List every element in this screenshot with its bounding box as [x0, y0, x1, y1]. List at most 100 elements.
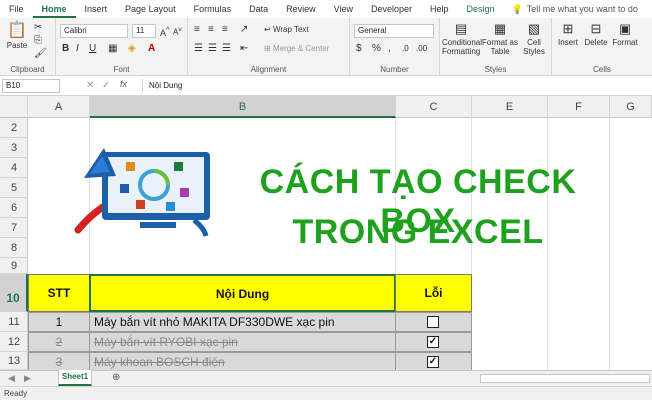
name-box[interactable]: B10	[2, 79, 60, 93]
merge-icon: ⊞	[264, 44, 271, 53]
merge-center-button[interactable]: ⊞ Merge & Center	[264, 44, 329, 53]
worksheet-grid[interactable]: CÁCH TẠO CHECK BOX TRONG EXCEL STT Nội D…	[28, 118, 652, 370]
column-header-g[interactable]: G	[610, 96, 652, 118]
bold-icon[interactable]: B	[62, 43, 69, 55]
tab-file[interactable]: File	[0, 0, 33, 18]
currency-icon[interactable]: $	[356, 43, 362, 55]
increase-font-icon[interactable]: A^	[160, 24, 170, 39]
clipboard-label: Clipboard	[10, 65, 45, 74]
row-header-selected[interactable]: 10	[0, 274, 28, 312]
enter-icon[interactable]: ✓	[102, 80, 110, 92]
row-header[interactable]: 2	[0, 118, 28, 138]
tell-me-box[interactable]: 💡 Tell me what you want to do	[512, 4, 638, 15]
fill-color-icon[interactable]: ◈	[128, 43, 136, 55]
format-cells-button[interactable]: ▣ Format	[610, 20, 640, 47]
cut-icon[interactable]: ✂	[34, 22, 42, 34]
formula-input[interactable]: Nội Dung	[142, 79, 650, 93]
checkbox-checked[interactable]: ✓	[427, 336, 439, 348]
align-bottom-icon[interactable]: ≡	[222, 24, 228, 36]
row-header[interactable]: 3	[0, 138, 28, 158]
checkbox-unchecked[interactable]	[427, 316, 439, 328]
header-cell-loi[interactable]: Lỗi	[395, 274, 472, 312]
tab-page-layout[interactable]: Page Layout	[116, 0, 185, 18]
tab-view[interactable]: View	[325, 0, 362, 18]
copy-icon[interactable]: ⎘	[34, 35, 42, 47]
cell-styles-button[interactable]: ▧ Cell Styles	[518, 20, 550, 56]
select-all-corner[interactable]	[0, 96, 28, 118]
insert-cells-button[interactable]: ⊞ Insert	[554, 20, 582, 47]
tell-me-text: Tell me what you want to do	[526, 4, 638, 14]
table-cell-error[interactable]: ✓	[395, 352, 472, 370]
table-cell-stt[interactable]: 3	[28, 352, 90, 370]
cancel-icon[interactable]: ✕	[86, 80, 94, 92]
font-color-icon[interactable]: A	[148, 43, 155, 55]
row-header[interactable]: 5	[0, 178, 28, 198]
sheet-tab-sheet1[interactable]: Sheet1	[58, 370, 92, 386]
header-cell-noi-dung[interactable]: Nội Dung	[89, 274, 396, 312]
column-header-f[interactable]: F	[548, 96, 610, 118]
column-header-e[interactable]: E	[472, 96, 548, 118]
increase-decimal-icon[interactable]: .0	[402, 43, 409, 55]
row-header[interactable]: 7	[0, 218, 28, 238]
function-icon[interactable]: fx	[120, 79, 127, 89]
percent-icon[interactable]: %	[372, 43, 381, 55]
table-cell-stt[interactable]: 2	[28, 332, 90, 352]
scroll-right-icon[interactable]: ▶	[24, 372, 31, 384]
wrap-text-label: Wrap Text	[272, 25, 309, 34]
table-cell-error[interactable]	[395, 312, 472, 332]
tab-review[interactable]: Review	[277, 0, 325, 18]
tab-formulas[interactable]: Formulas	[185, 0, 241, 18]
align-middle-icon[interactable]: ≡	[208, 24, 214, 36]
tab-home[interactable]: Home	[32, 0, 76, 18]
paste-button[interactable]: 📋 Paste	[4, 21, 30, 50]
table-cell-stt[interactable]: 1	[28, 312, 90, 332]
row-header[interactable]: 12	[0, 332, 28, 352]
row-header[interactable]: 11	[0, 312, 28, 332]
wrap-text-button[interactable]: ↩ Wrap Text	[264, 25, 309, 34]
table-cell-error[interactable]: ✓	[395, 332, 472, 352]
orientation-icon[interactable]: ↗	[240, 24, 248, 36]
align-right-icon[interactable]: ☰	[222, 43, 231, 55]
align-left-icon[interactable]: ☰	[194, 43, 203, 55]
checkbox-checked[interactable]: ✓	[427, 356, 439, 368]
title-line-2: TRONG EXCEL	[292, 213, 544, 251]
format-as-table-button[interactable]: ▦ Format as Table	[482, 20, 518, 56]
table-cell-content[interactable]: Máy bắn vít RYOBI xạc pin	[89, 332, 396, 352]
conditional-formatting-button[interactable]: ▤ Conditional Formatting	[442, 20, 482, 56]
font-size-select[interactable]: 11	[132, 24, 156, 38]
row-header[interactable]: 9	[0, 258, 28, 274]
format-painter-icon[interactable]: 🖌	[34, 48, 47, 60]
row-header[interactable]: 13	[0, 352, 28, 370]
number-format-select[interactable]: General	[354, 24, 434, 38]
horizontal-scrollbar[interactable]	[480, 374, 650, 383]
italic-icon[interactable]: I	[76, 43, 79, 55]
tab-help[interactable]: Help	[421, 0, 458, 18]
add-sheet-icon[interactable]: ⊕	[112, 372, 120, 384]
column-header-b[interactable]: B	[90, 96, 396, 118]
align-top-icon[interactable]: ≡	[194, 24, 200, 36]
align-center-icon[interactable]: ☰	[208, 43, 217, 55]
borders-icon[interactable]: ▦	[108, 43, 117, 55]
font-name-select[interactable]: Calibri	[60, 24, 128, 38]
delete-cells-button[interactable]: ⊟ Delete	[582, 20, 610, 47]
table-cell-content[interactable]: Máy bắn vít nhỏ MAKITA DF330DWE xạc pin	[89, 312, 396, 332]
header-cell-stt[interactable]: STT	[28, 274, 90, 312]
tab-data[interactable]: Data	[240, 0, 277, 18]
column-header-c[interactable]: C	[396, 96, 472, 118]
tab-insert[interactable]: Insert	[76, 0, 117, 18]
row-header[interactable]: 4	[0, 158, 28, 178]
comma-icon[interactable]: ,	[388, 43, 391, 55]
alignment-group: ≡ ≡ ≡ ↗ ☰ ☰ ☰ ⇤ ↩ Wrap Text ⊞ Merge & Ce…	[188, 18, 350, 76]
row-header[interactable]: 8	[0, 238, 28, 258]
tab-developer[interactable]: Developer	[362, 0, 421, 18]
cell-styles-label: Cell Styles	[523, 38, 545, 56]
decrease-font-icon[interactable]: Av	[173, 24, 182, 39]
underline-icon[interactable]: U	[89, 43, 96, 55]
scroll-left-icon[interactable]: ◀	[8, 372, 15, 384]
row-header[interactable]: 6	[0, 198, 28, 218]
table-cell-content[interactable]: Máy khoan BOSCH điện	[89, 352, 396, 370]
column-header-a[interactable]: A	[28, 96, 90, 118]
tab-design[interactable]: Design	[458, 0, 504, 18]
decrease-decimal-icon[interactable]: .00	[416, 43, 427, 55]
indent-icon[interactable]: ⇤	[240, 43, 248, 55]
